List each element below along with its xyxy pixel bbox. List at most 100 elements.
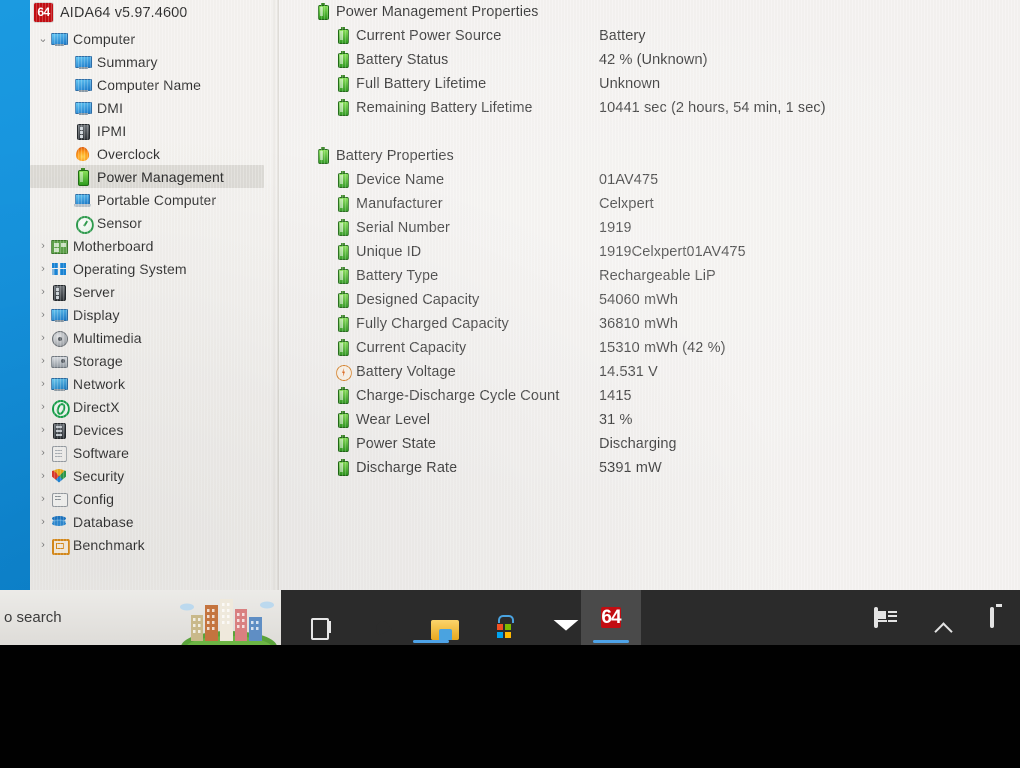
search-input-text[interactable]: o search: [4, 609, 62, 626]
detail-row[interactable]: Battery Type Rechargeable LiP: [279, 264, 1020, 288]
sidebar-item-summary[interactable]: Summary: [30, 50, 273, 73]
detail-row-label: Remaining Battery Lifetime: [356, 100, 533, 116]
battery-icon: [335, 315, 351, 332]
sidebar-item-computer-name[interactable]: Computer Name: [30, 73, 273, 96]
sidebar-item-directx[interactable]: › DirectX: [30, 395, 273, 418]
sidebar-item-server[interactable]: › Server: [30, 280, 273, 303]
expander-icon[interactable]: ›: [36, 332, 50, 344]
sidebar-item-label: Power Management: [97, 168, 224, 185]
expander-icon[interactable]: ›: [36, 309, 50, 321]
detail-row[interactable]: Manufacturer Celxpert: [279, 192, 1020, 216]
expander-icon[interactable]: ›: [36, 447, 50, 459]
battery-icon: [335, 291, 351, 308]
sidebar-item-benchmark[interactable]: › Benchmark: [30, 533, 273, 556]
desktop-background: [0, 0, 32, 590]
running-indicator: [593, 640, 629, 643]
detail-row[interactable]: Discharge Rate 5391 mW: [279, 456, 1020, 480]
sidebar-item-software[interactable]: › Software: [30, 441, 273, 464]
aida64-logo-icon: 64: [34, 3, 53, 22]
section-header-label: Battery Properties: [336, 148, 454, 164]
sidebar-item-devices[interactable]: › Devices: [30, 418, 273, 441]
sidebar-item-label: Devices: [73, 421, 124, 438]
sidebar-item-storage[interactable]: › Storage: [30, 349, 273, 372]
tray-button-news-and-interests[interactable]: [850, 590, 902, 645]
battery-icon: [335, 339, 351, 356]
sidebar-item-label: Network: [73, 375, 126, 392]
taskbar-buttons[interactable]: 64: [281, 590, 641, 645]
tray-button-battery-tray[interactable]: [966, 590, 1018, 645]
battery-icon: [335, 387, 351, 404]
expander-icon[interactable]: ›: [36, 539, 50, 551]
system-tray[interactable]: [850, 590, 1020, 645]
battery-icon: [335, 27, 351, 44]
taskbar-button-microsoft-store[interactable]: [461, 590, 521, 645]
expander-icon[interactable]: ›: [36, 516, 50, 528]
taskbar-button-edge[interactable]: [341, 590, 401, 645]
detail-row-label: Battery Voltage: [356, 364, 456, 380]
expander-icon[interactable]: ›: [36, 263, 50, 275]
aida64-window: 64 AIDA64 v5.97.4600 ⌄ Computer Summary Com…: [30, 0, 1020, 590]
expander-icon[interactable]: ›: [36, 355, 50, 367]
detail-row-value: Battery: [599, 28, 646, 44]
detail-row[interactable]: Serial Number 1919: [279, 216, 1020, 240]
sidebar-item-dmi[interactable]: DMI: [30, 96, 273, 119]
sidebar-item-overclock[interactable]: Overclock: [30, 142, 273, 165]
sidebar-item-security[interactable]: › Security: [30, 464, 273, 487]
expander-icon[interactable]: ›: [36, 424, 50, 436]
expander-icon[interactable]: ›: [36, 493, 50, 505]
detail-row[interactable]: Wear Level 31 %: [279, 408, 1020, 432]
battery-icon: [335, 243, 351, 260]
detail-row[interactable]: Charge-Discharge Cycle Count 1415: [279, 384, 1020, 408]
detail-row[interactable]: Remaining Battery Lifetime 10441 sec (2 h…: [279, 96, 1020, 120]
detail-row-value: 5391 mW: [599, 460, 662, 476]
expander-icon[interactable]: ›: [36, 470, 50, 482]
detail-row[interactable]: Battery Voltage 14.531 V: [279, 360, 1020, 384]
taskbar-button-aida64[interactable]: 64: [581, 590, 641, 645]
detail-row[interactable]: Fully Charged Capacity 36810 mWh: [279, 312, 1020, 336]
detail-row[interactable]: Designed Capacity 54060 mWh: [279, 288, 1020, 312]
sidebar-item-sensor[interactable]: Sensor: [30, 211, 273, 234]
detail-row[interactable]: Battery Status 42 % (Unknown): [279, 48, 1020, 72]
sidebar-item-database[interactable]: › Database: [30, 510, 273, 533]
detail-row-value: 54060 mWh: [599, 292, 679, 308]
sidebar-item-network[interactable]: › Network: [30, 372, 273, 395]
expander-icon[interactable]: ›: [36, 286, 50, 298]
navigation-tree-pane[interactable]: 64 AIDA64 v5.97.4600 ⌄ Computer Summary Com…: [30, 0, 273, 590]
detail-row[interactable]: Current Capacity 15310 mWh (42 %): [279, 336, 1020, 360]
detail-row[interactable]: Power State Discharging: [279, 432, 1020, 456]
sidebar-item-motherboard[interactable]: › Motherboard: [30, 234, 273, 257]
sidebar-item-label: Database: [73, 513, 134, 530]
expander-icon[interactable]: ›: [36, 378, 50, 390]
sidebar-item-operating-system[interactable]: › Operating System: [30, 257, 273, 280]
sidebar-item-computer[interactable]: ⌄ Computer: [30, 27, 273, 50]
tree-item-list[interactable]: ⌄ Computer Summary Computer Name DMI IPMI Over…: [30, 27, 273, 556]
detail-row[interactable]: Unique ID 1919Celxpert01AV475: [279, 240, 1020, 264]
app-title-bar: 64 AIDA64 v5.97.4600: [34, 3, 187, 22]
expander-icon[interactable]: ›: [36, 240, 50, 252]
sidebar-item-ipmi[interactable]: IPMI: [30, 119, 273, 142]
taskbar-button-mail[interactable]: [521, 590, 581, 645]
sidebar-item-power-management[interactable]: Power Management: [30, 165, 273, 188]
server-icon: [50, 284, 67, 301]
detail-row[interactable]: Full Battery Lifetime Unknown: [279, 72, 1020, 96]
sidebar-item-label: Security: [73, 467, 125, 484]
taskbar-button-task-view[interactable]: [281, 590, 341, 645]
detail-row-label: Wear Level: [356, 412, 431, 428]
detail-row-label: Fully Charged Capacity: [356, 316, 509, 332]
search-box[interactable]: o search: [0, 590, 281, 645]
taskbar-button-file-explorer[interactable]: [401, 590, 461, 645]
aida64-icon: 64: [601, 606, 622, 628]
expander-icon[interactable]: ›: [36, 401, 50, 413]
battery-tray-icon: [990, 606, 994, 628]
detail-row[interactable]: Current Power Source Battery: [279, 24, 1020, 48]
tray-button-show-hidden-icons[interactable]: [908, 590, 960, 645]
sidebar-item-config[interactable]: › Config: [30, 487, 273, 510]
laptop-icon: [74, 192, 91, 208]
sidebar-item-portable-computer[interactable]: Portable Computer: [30, 188, 273, 211]
sidebar-item-multimedia[interactable]: › Multimedia: [30, 326, 273, 349]
sidebar-item-display[interactable]: › Display: [30, 303, 273, 326]
sensor-icon: [74, 215, 94, 234]
expander-icon[interactable]: ⌄: [36, 32, 50, 45]
flame-icon: [74, 146, 91, 162]
detail-row[interactable]: Device Name 01AV475: [279, 168, 1020, 192]
